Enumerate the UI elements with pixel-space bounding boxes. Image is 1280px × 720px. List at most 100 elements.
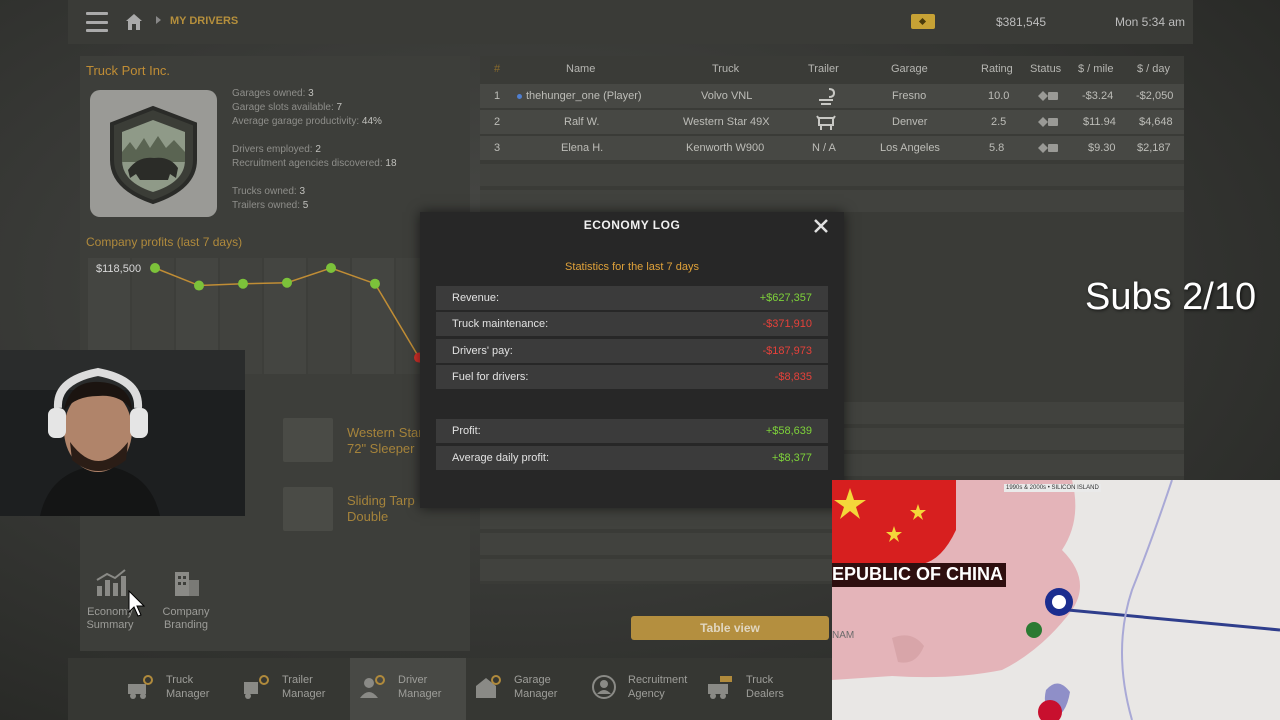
table-view-button[interactable]: Table view <box>631 616 829 640</box>
status-truck-icon <box>1038 117 1058 127</box>
balance: $381,545 <box>996 15 1047 29</box>
driver-truck: Volvo VNL <box>701 90 753 102</box>
empty-row <box>480 190 1184 212</box>
chart-grid-cell <box>308 258 350 374</box>
chart-point[interactable] <box>282 277 292 288</box>
driver-per-day: -$2,050 <box>1136 90 1174 102</box>
chart-grid-cell <box>352 258 394 374</box>
col-status[interactable]: Status <box>1030 63 1061 75</box>
chart-point[interactable] <box>150 263 160 273</box>
map-overlay: EPUBLIC OF CHINA 1990s & 2000s • SILICON… <box>832 480 1280 720</box>
profits-chart-value-label: $118,500 <box>96 263 142 275</box>
bar-chart-icon <box>96 569 126 596</box>
row-number: 3 <box>494 142 501 154</box>
nav-label: Trailer Manager <box>282 674 326 700</box>
table-row[interactable]: 3 Elena H. Kenworth W900 N / A Los Angel… <box>480 136 1184 160</box>
col-rating[interactable]: Rating <box>981 63 1013 75</box>
nav-garage-manager[interactable]: Garage Manager <box>466 658 582 720</box>
mouse-cursor-icon <box>128 590 146 617</box>
driver-per-day: $2,187 <box>1137 142 1171 154</box>
driver-name: Ralf W. <box>564 116 600 128</box>
economy-row-drivers-pay: Drivers' pay: -$187,973 <box>436 339 828 363</box>
col-per-day[interactable]: $ / day <box>1137 63 1170 75</box>
driver-name: thehunger_one (Player) <box>526 90 642 102</box>
vehicle-trailer-name[interactable]: Sliding Tarp Double <box>347 493 415 525</box>
driver-garage: Fresno <box>892 90 927 102</box>
recruitment-icon <box>592 675 616 699</box>
col-name[interactable]: Name <box>566 63 595 75</box>
dealer-icon <box>708 676 732 699</box>
stat-trucks: Trucks owned: 3 <box>232 186 305 197</box>
trailer-hook-icon <box>819 88 836 105</box>
col-garage[interactable]: Garage <box>891 63 928 75</box>
nav-truck-dealers[interactable]: Truck Dealers <box>698 658 814 720</box>
driver-truck: Kenworth W900 <box>686 142 765 154</box>
driver-garage: Los Angeles <box>880 142 940 154</box>
game-clock: Mon 5:34 am <box>1115 15 1186 29</box>
vehicle-truck-name[interactable]: Western Star 72" Sleeper <box>347 425 423 457</box>
chart-point[interactable] <box>194 280 204 291</box>
notification-icon[interactable] <box>911 14 935 29</box>
nav-label: Truck Dealers <box>746 674 784 700</box>
profits-chart-title: Company profits (last 7 days) <box>86 235 243 249</box>
stat-productivity: Average garage productivity: 44% <box>232 116 382 127</box>
table-header: # Name Truck Trailer Garage Rating Statu… <box>480 60 1184 80</box>
table-row[interactable]: 2 Ralf W. Western Star 49X Denver 2.5 $1… <box>480 110 1184 134</box>
nav-truck-manager[interactable]: Truck Manager <box>118 658 234 720</box>
driver-rating: 2.5 <box>991 116 1007 128</box>
col-num[interactable]: # <box>494 63 500 75</box>
nav-label: Recruitment Agency <box>628 674 688 700</box>
empty-row <box>480 164 1184 186</box>
driver-truck: Western Star 49X <box>683 116 770 128</box>
stat-agencies: Recruitment agencies discovered: 18 <box>232 158 397 169</box>
economy-row-revenue: Revenue: +$627,357 <box>436 286 828 310</box>
status-truck-icon <box>1038 91 1058 101</box>
streamer-image <box>0 350 245 516</box>
company-branding-button[interactable]: Company Branding <box>156 568 216 632</box>
chart-point[interactable] <box>370 278 380 289</box>
nav-trailer-manager[interactable]: Trailer Manager <box>234 658 350 720</box>
chart-point[interactable] <box>326 263 336 273</box>
economy-row-fuel: Fuel for drivers: -$8,835 <box>436 365 828 389</box>
col-trailer[interactable]: Trailer <box>808 63 839 75</box>
modal-title: ECONOMY LOG <box>583 218 681 232</box>
driver-rating: 10.0 <box>988 90 1010 102</box>
col-per-mile[interactable]: $ / mile <box>1078 63 1113 75</box>
map-image <box>832 480 1280 720</box>
table-row[interactable]: 1 thehunger_one (Player) Volvo VNL Fresn… <box>480 84 1184 108</box>
map-side-label: NAM <box>832 630 855 641</box>
webcam-overlay <box>0 350 245 516</box>
driver-per-day: $4,648 <box>1139 116 1173 128</box>
garage-gear-icon <box>476 675 501 698</box>
company-name: Truck Port Inc. <box>86 63 171 78</box>
stat-drivers: Drivers employed: 2 <box>232 144 321 155</box>
nav-label: Driver Manager <box>398 674 442 700</box>
menu-icon[interactable] <box>86 12 108 32</box>
nav-driver-manager[interactable]: Driver Manager <box>350 658 466 720</box>
stat-trailers: Trailers owned: 5 <box>232 200 309 211</box>
col-truck[interactable]: Truck <box>712 63 739 75</box>
chart-grid-cell <box>264 258 306 374</box>
stat-slots: Garage slots available: 7 <box>232 102 343 113</box>
truck-thumbnail <box>283 418 333 462</box>
row-number: 2 <box>494 116 501 128</box>
economy-row-profit: Profit: +$58,639 <box>436 419 828 443</box>
close-icon[interactable] <box>812 217 830 235</box>
home-icon[interactable] <box>124 12 144 32</box>
map-tag: 1990s & 2000s • SILICON ISLAND <box>1004 484 1101 492</box>
bear-shield-icon <box>110 105 197 205</box>
chart-point[interactable] <box>238 278 248 289</box>
trailer-cow-icon <box>816 115 836 130</box>
breadcrumb[interactable]: MY DRIVERS <box>170 15 238 27</box>
subs-counter: Subs 2/10 <box>1085 276 1257 318</box>
driver-rating: 5.8 <box>989 142 1005 154</box>
nav-label: Garage Manager <box>514 674 558 700</box>
economy-row-maintenance: Truck maintenance: -$371,910 <box>436 312 828 336</box>
company-logo[interactable] <box>90 90 217 217</box>
driver-trailer: N / A <box>812 142 836 154</box>
player-dot-icon <box>517 94 522 99</box>
breadcrumb-arrow-icon <box>156 16 161 24</box>
stat-garages: Garages owned: 3 <box>232 88 314 99</box>
modal-subtitle: Statistics for the last 7 days <box>565 261 699 273</box>
nav-recruitment-agency[interactable]: Recruitment Agency <box>582 658 698 720</box>
